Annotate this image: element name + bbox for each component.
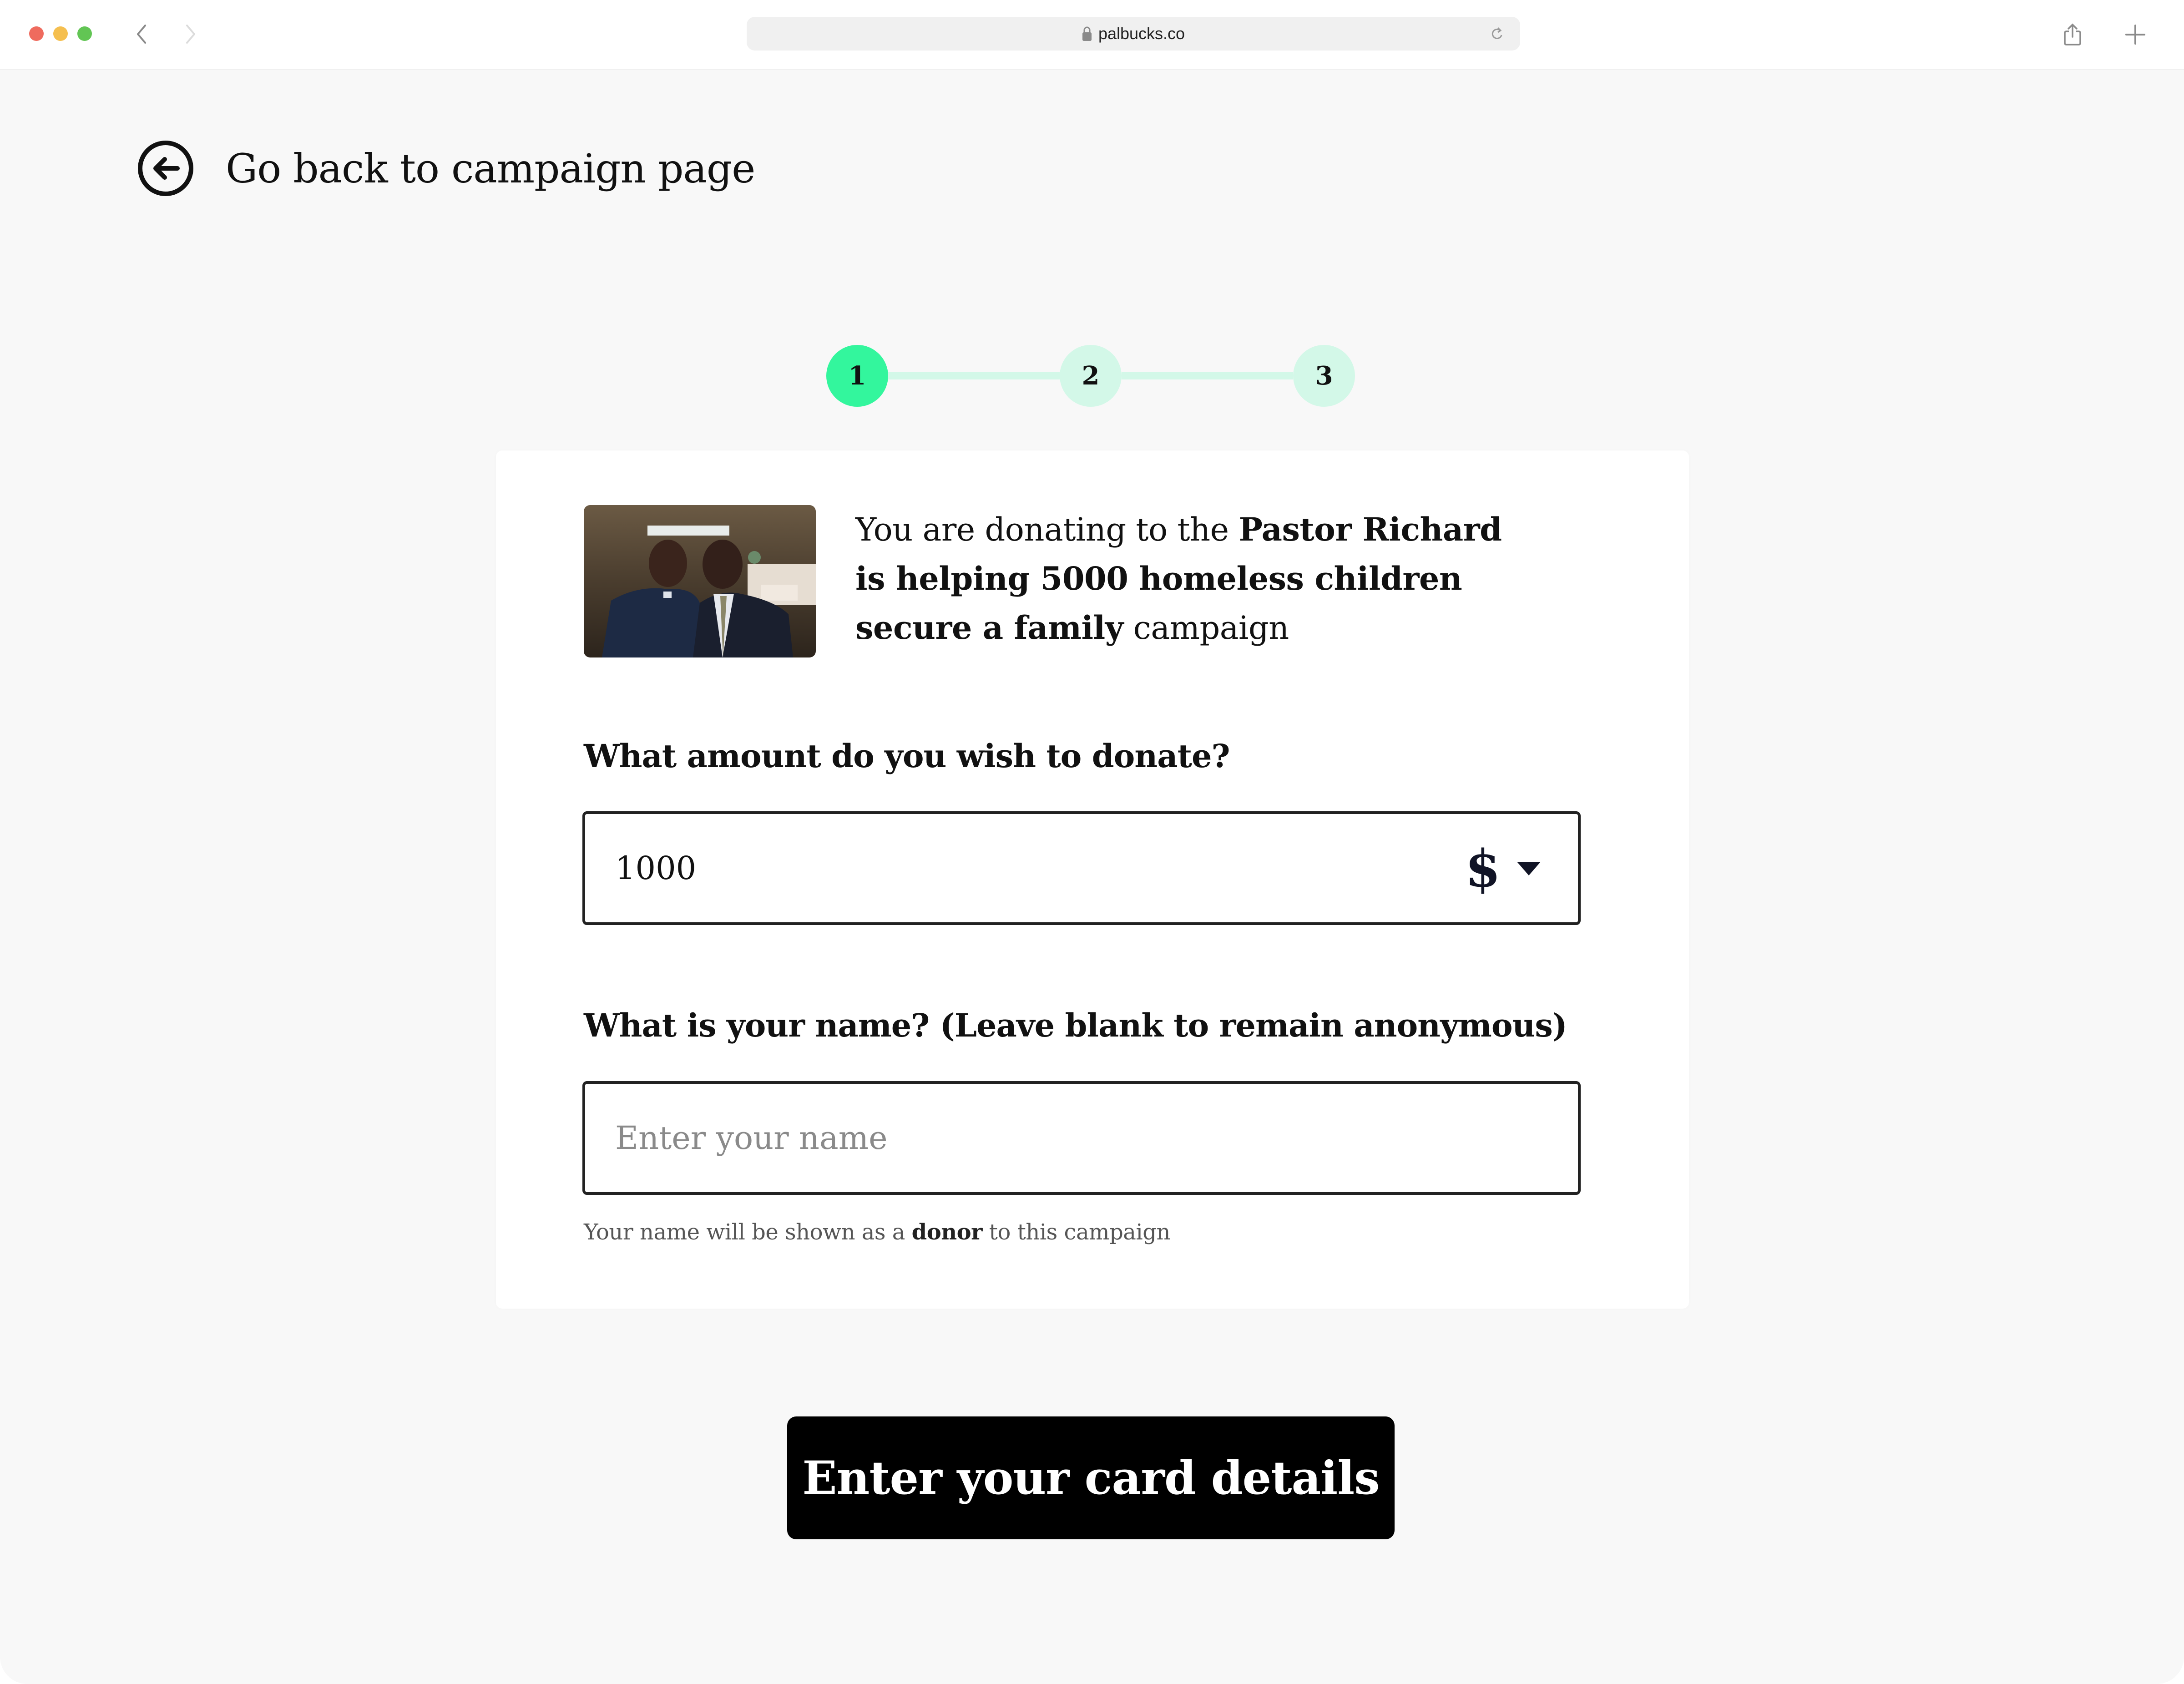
browser-toolbar: palbucks.co bbox=[0, 0, 2184, 70]
caret-down-icon bbox=[1516, 861, 1542, 876]
new-tab-button[interactable] bbox=[2123, 22, 2148, 47]
amount-label: What amount do you wish to donate? bbox=[584, 737, 1230, 775]
step-2: 2 bbox=[1060, 345, 1122, 407]
donation-form-card: You are donating to the Pastor Richard i… bbox=[496, 450, 1689, 1309]
browser-window: palbucks.co Go back to campaign page 1 2… bbox=[0, 0, 2184, 1684]
arrow-left-circle-icon bbox=[136, 139, 195, 197]
currency-symbol: $ bbox=[1465, 839, 1501, 899]
name-label: What is your name? (Leave blank to remai… bbox=[584, 1006, 1567, 1044]
reload-icon[interactable] bbox=[1490, 26, 1504, 41]
campaign-image bbox=[584, 505, 816, 657]
plus-icon bbox=[2125, 25, 2145, 45]
name-field-container bbox=[582, 1081, 1581, 1195]
step-1: 1 bbox=[826, 345, 888, 407]
currency-select[interactable]: $ bbox=[1465, 839, 1542, 899]
back-link-label: Go back to campaign page bbox=[226, 145, 755, 192]
address-bar[interactable]: palbucks.co bbox=[747, 17, 1520, 51]
amount-input[interactable] bbox=[614, 849, 1390, 887]
name-helper-text: Your name will be shown as a donor to th… bbox=[584, 1219, 1170, 1245]
back-to-campaign-link[interactable]: Go back to campaign page bbox=[136, 137, 755, 200]
step-3: 3 bbox=[1293, 345, 1355, 407]
share-icon bbox=[2064, 23, 2081, 46]
chevron-right-icon bbox=[186, 25, 195, 44]
browser-back-button[interactable] bbox=[130, 22, 152, 46]
share-button[interactable] bbox=[2060, 22, 2085, 47]
minimize-window-button[interactable] bbox=[53, 26, 68, 41]
campaign-summary: You are donating to the Pastor Richard i… bbox=[855, 511, 1502, 647]
step-connector bbox=[888, 372, 1060, 379]
step-connector bbox=[1122, 372, 1293, 379]
enter-card-details-button[interactable]: Enter your card details bbox=[787, 1416, 1395, 1539]
name-input[interactable] bbox=[614, 1119, 1390, 1157]
campaign-photo bbox=[584, 505, 816, 657]
lock-icon bbox=[1082, 26, 1092, 41]
zoom-window-button[interactable] bbox=[77, 26, 92, 41]
amount-field-container: $ bbox=[582, 811, 1581, 925]
close-window-button[interactable] bbox=[29, 26, 44, 41]
chevron-left-icon bbox=[137, 25, 146, 44]
url-text: palbucks.co bbox=[1098, 24, 1185, 43]
browser-forward-button[interactable] bbox=[180, 22, 202, 46]
